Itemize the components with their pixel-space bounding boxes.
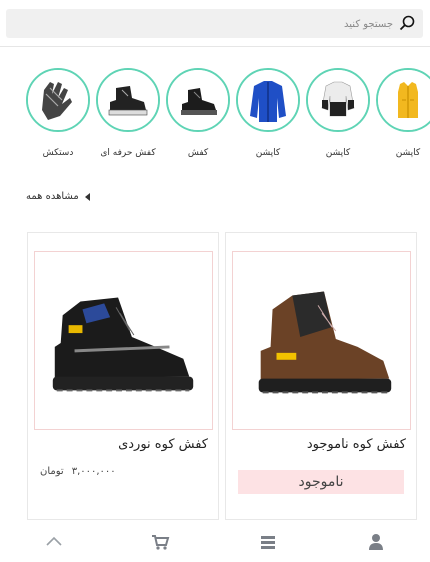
story-image [306,68,370,132]
story-item-shoe-pro[interactable]: کفش حرفه ای [93,68,163,158]
story-item-jacket-blue[interactable]: کاپشن [233,68,303,158]
product-card[interactable]: کفش کوه ناموجود ناموجود [225,232,417,520]
product-title[interactable]: کفش کوه ناموجود [307,437,406,452]
price-currency: تومان [40,466,64,477]
product-price: ۳,۰۰۰,۰۰۰ تومان [40,466,116,477]
story-label: دستکش [42,148,74,158]
user-icon[interactable] [366,532,386,552]
story-item-gloves[interactable]: دستکش [23,68,93,158]
price-value: ۳,۰۰۰,۰۰۰ [71,466,116,477]
product-card[interactable]: کفش کوه نوردی ۳,۰۰۰,۰۰۰ تومان [27,232,219,520]
menu-icon[interactable] [258,532,278,552]
chevron-left-icon [84,192,90,201]
story-image [376,68,430,132]
story-image [236,68,300,132]
story-label: کاپشن [395,148,421,158]
story-item-vest[interactable]: کاپشن [373,68,430,158]
product-image [232,251,411,430]
story-image [26,68,90,132]
story-label: کفش حرفه ای [100,148,156,158]
product-title[interactable]: کفش کوه نوردی [118,437,208,452]
search-bar[interactable] [6,9,423,38]
story-image [166,68,230,132]
see-all-link[interactable]: مشاهده همه [26,191,90,202]
story-label: کاپشن [255,148,281,158]
story-item-shoe[interactable]: کفش [163,68,233,158]
search-input[interactable] [193,15,393,33]
header-divider [0,46,430,47]
product-image [34,251,213,430]
see-all-label: مشاهده همه [26,191,79,202]
story-label: کفش [187,148,209,158]
search-icon[interactable] [399,15,415,31]
chevron-up-icon[interactable] [44,532,64,552]
bottom-nav [0,522,430,562]
category-stories: کاپشن کاپشن کاپشن کفش کفش حرفه ای دستکش [0,68,430,168]
cart-icon[interactable] [150,532,170,552]
story-label: کاپشن [325,148,351,158]
story-image [96,68,160,132]
unavailable-badge: ناموجود [238,470,404,494]
story-item-jacket[interactable]: کاپشن [303,68,373,158]
